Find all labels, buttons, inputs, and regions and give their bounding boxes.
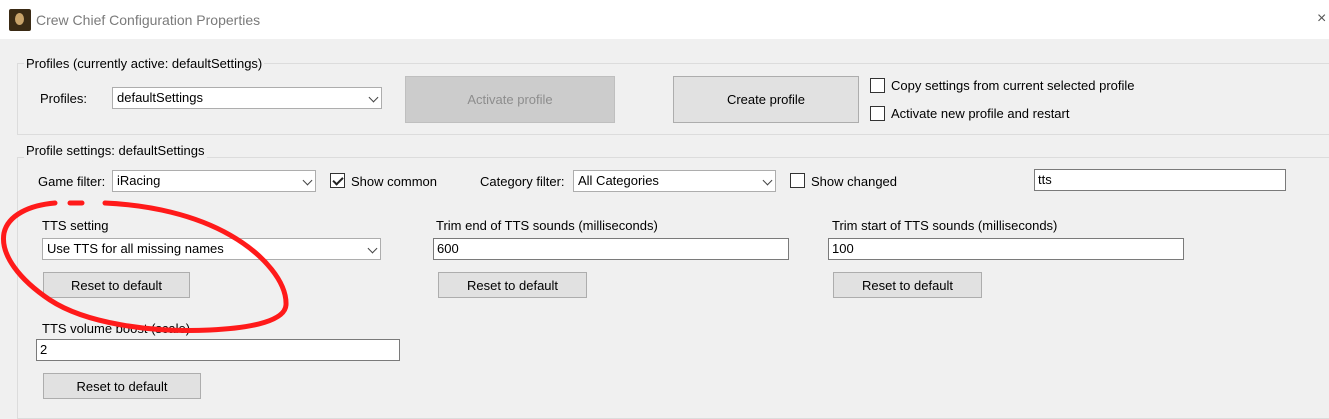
chevron-down-icon — [363, 88, 381, 108]
show-common-checkbox[interactable] — [330, 173, 345, 188]
show-changed-checkbox[interactable] — [790, 173, 805, 188]
chevron-down-icon — [757, 171, 775, 191]
close-icon[interactable]: × — [1317, 10, 1326, 28]
volume-boost-reset-button[interactable]: Reset to default — [43, 373, 201, 399]
profiles-label: Profiles: — [40, 91, 87, 106]
crew-chief-app-icon — [9, 9, 31, 31]
show-changed-label: Show changed — [811, 174, 898, 189]
category-filter-dropdown[interactable]: All Categories — [573, 170, 776, 192]
trim-end-input[interactable]: 600 — [433, 238, 789, 260]
trim-end-reset-button[interactable]: Reset to default — [438, 272, 587, 298]
category-filter-value: All Categories — [578, 173, 659, 188]
profiles-dropdown-value: defaultSettings — [117, 90, 204, 105]
trim-start-label: Trim start of TTS sounds (milliseconds) — [832, 218, 1058, 233]
window-title: Crew Chief Configuration Properties — [36, 12, 261, 28]
activate-profile-button[interactable]: Activate profile — [405, 76, 615, 123]
trim-end-label: Trim end of TTS sounds (milliseconds) — [436, 218, 658, 233]
annotation-stroke — [1, 200, 289, 333]
profile-settings-group-title: Profile settings: defaultSettings — [24, 143, 207, 158]
trim-start-input[interactable]: 100 — [828, 238, 1184, 260]
red-annotation-circle — [1, 200, 289, 333]
copy-settings-checkbox[interactable] — [870, 78, 885, 93]
show-common-label: Show common — [351, 174, 437, 189]
settings-search-input[interactable]: tts — [1034, 169, 1286, 191]
game-filter-value: iRacing — [117, 173, 161, 188]
trim-start-reset-button[interactable]: Reset to default — [833, 272, 982, 298]
copy-settings-label: Copy settings from current selected prof… — [891, 78, 1135, 93]
activate-new-profile-label: Activate new profile and restart — [891, 106, 1070, 121]
profiles-dropdown[interactable]: defaultSettings — [112, 87, 382, 109]
activate-new-profile-checkbox[interactable] — [870, 106, 885, 121]
profiles-group-title: Profiles (currently active: defaultSetti… — [24, 56, 265, 71]
category-filter-label: Category filter: — [480, 174, 565, 189]
game-filter-dropdown[interactable]: iRacing — [112, 170, 316, 192]
chevron-down-icon — [297, 171, 315, 191]
create-profile-button[interactable]: Create profile — [673, 76, 859, 123]
chevron-down-icon — [362, 239, 380, 259]
game-filter-label: Game filter: — [38, 174, 106, 189]
